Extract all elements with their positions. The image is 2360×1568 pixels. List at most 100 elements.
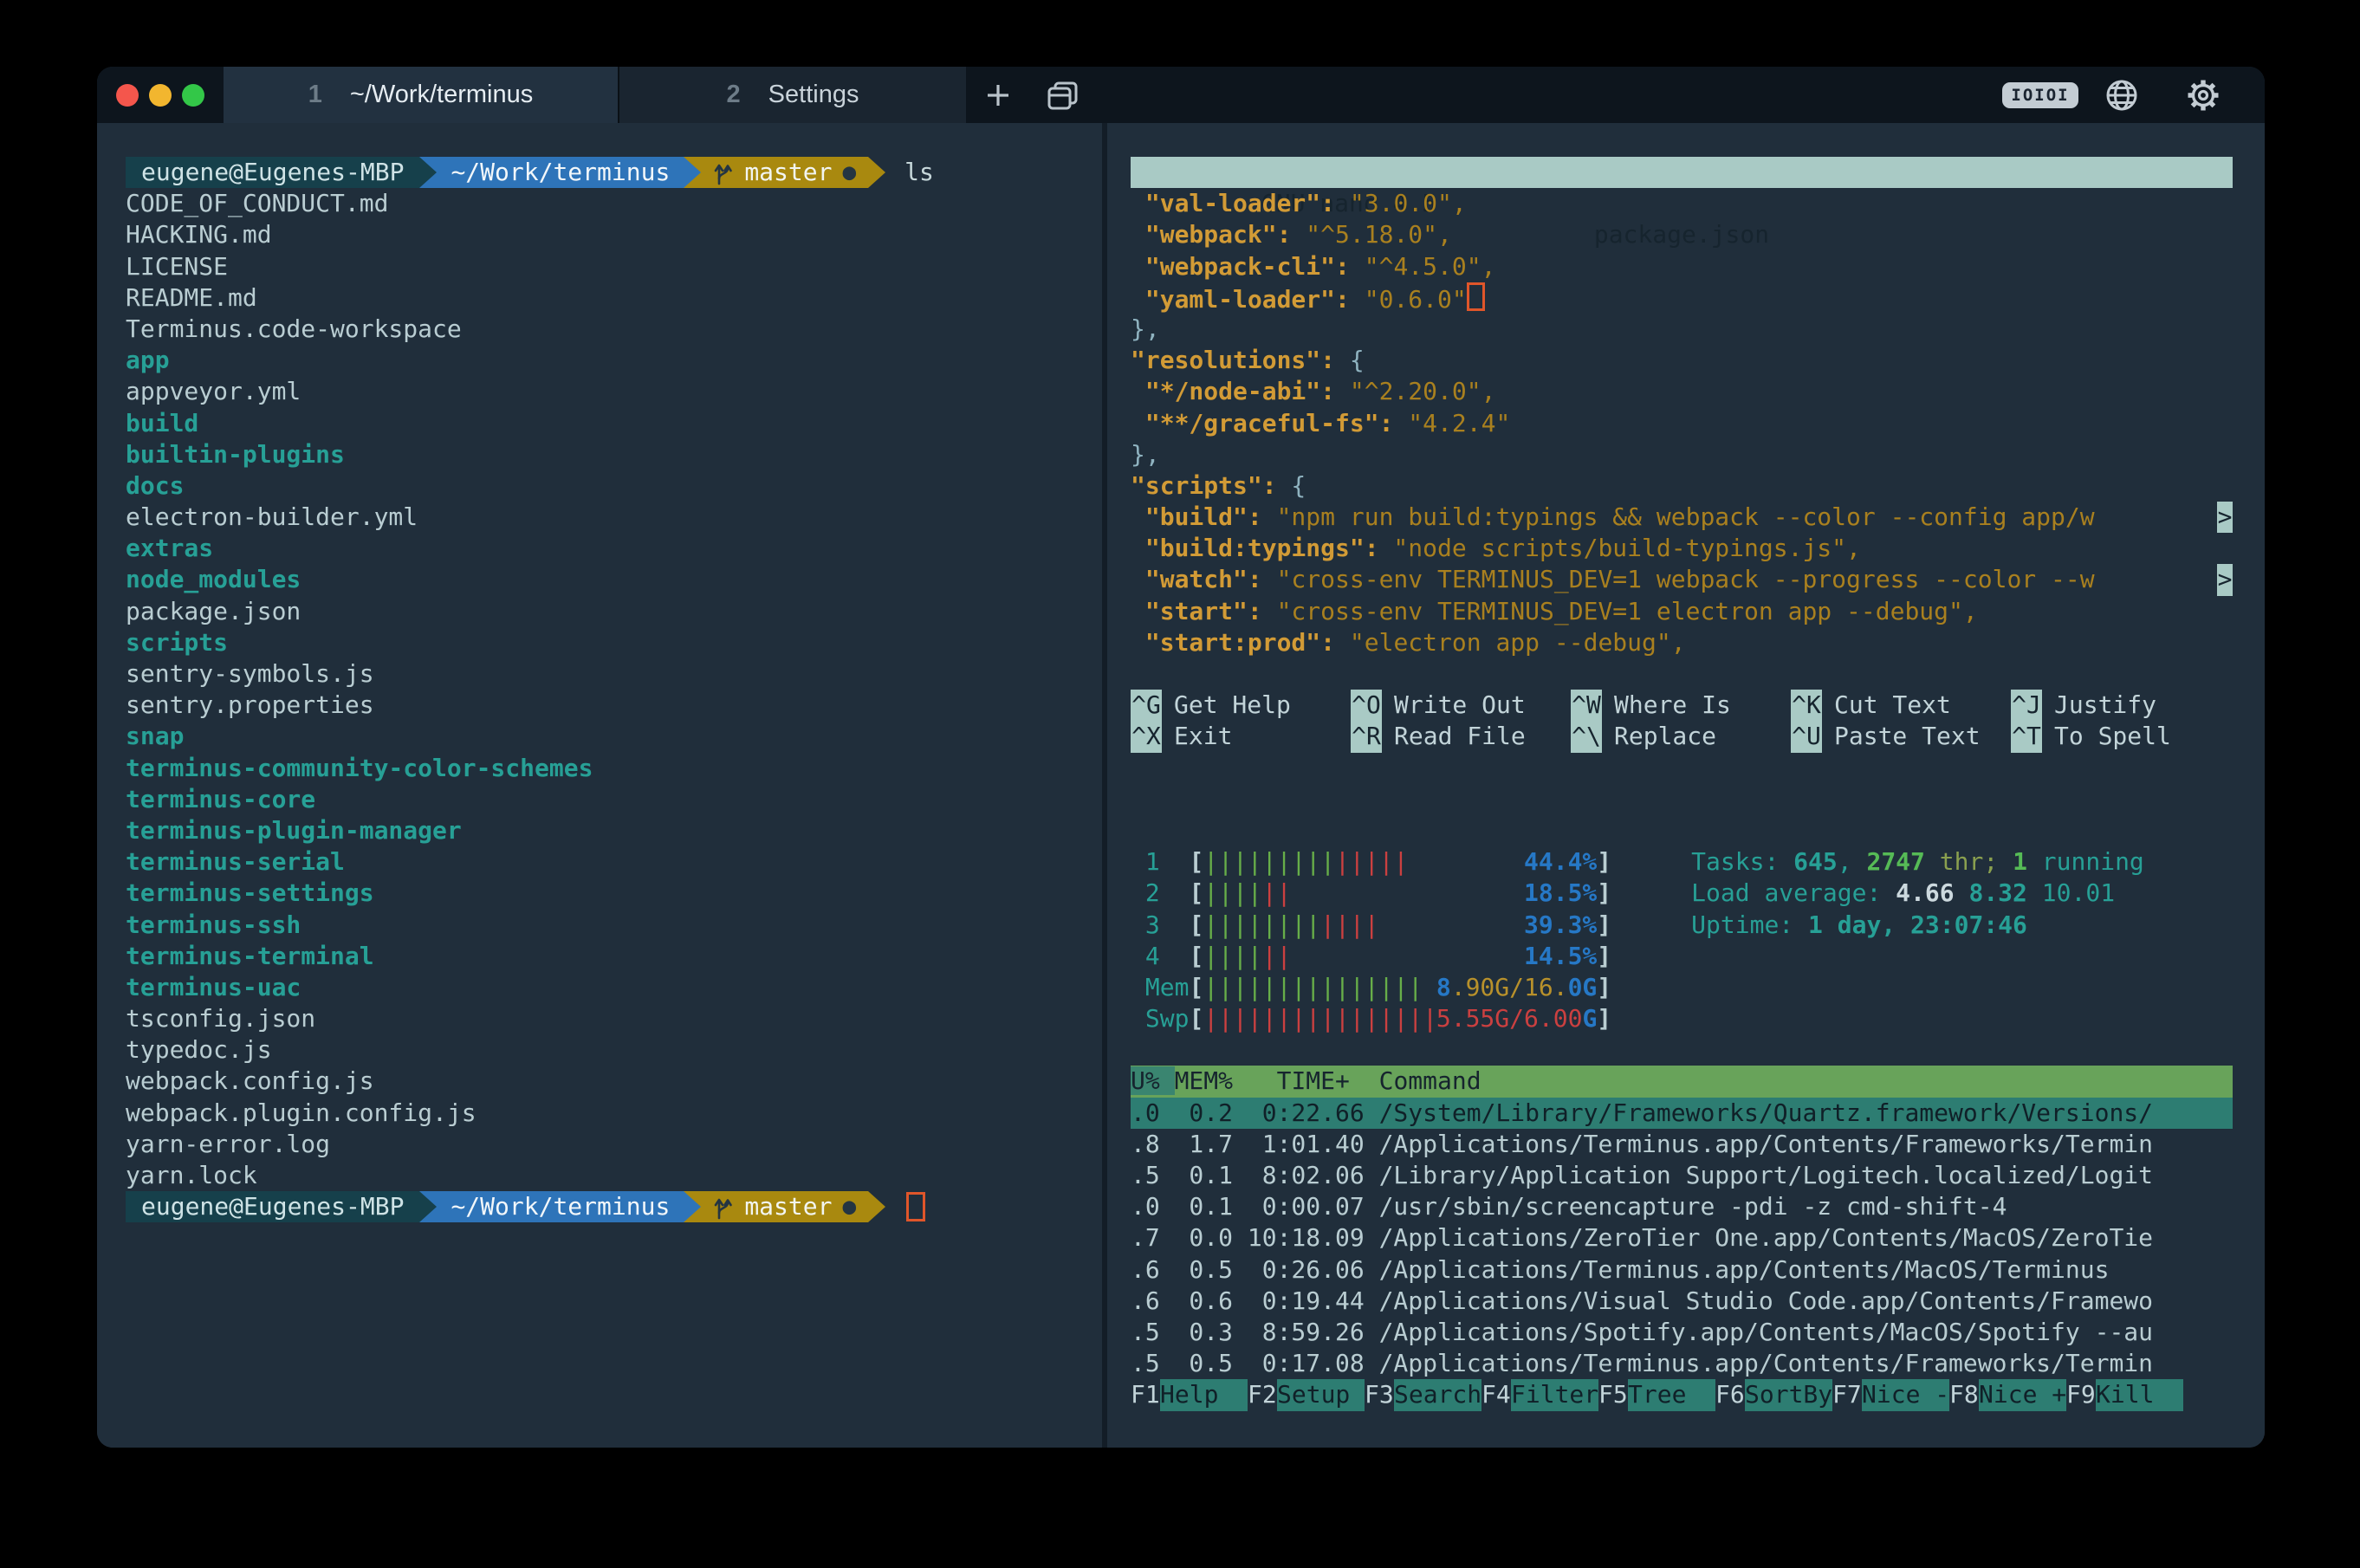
terminal-cursor <box>906 1192 925 1221</box>
nano-line: "val-loader": "3.0.0", <box>1131 188 2233 219</box>
nano-line: "watch": "cross-env TERMINUS_DEV=1 webpa… <box>1131 564 2233 595</box>
directory-entry: node_modules <box>126 564 1102 595</box>
directory-entry: build <box>126 408 1102 439</box>
file-entry: Terminus.code-workspace <box>126 314 1102 345</box>
close-button[interactable] <box>116 84 139 107</box>
file-entry: CODE_OF_CONDUCT.md <box>126 188 1102 219</box>
htop-summary-line: Uptime: 1 day, 23:07:46 <box>1691 910 2027 941</box>
duplicate-tab-button[interactable] <box>1030 67 1094 123</box>
htop-fkey[interactable]: F3Search <box>1365 1379 1481 1410</box>
directory-entry: builtin-plugins <box>126 439 1102 470</box>
nano-shortcut: ^GGet Help <box>1131 690 1351 721</box>
directory-entry: terminus-plugin-manager <box>126 815 1102 846</box>
htop-process-list: .0 0.2 0:22.66 /System/Library/Framework… <box>1131 1098 2265 1380</box>
plus-icon <box>982 80 1014 111</box>
directory-entry: terminus-uac <box>126 972 1102 1003</box>
minimize-button[interactable] <box>149 84 172 107</box>
nano-line: }, <box>1131 439 2233 470</box>
htop-fkey[interactable]: F8Nice + <box>1949 1379 2066 1410</box>
tab-work-terminus[interactable]: 1 ~/Work/terminus <box>224 67 618 123</box>
process-row[interactable]: .0 0.1 0:00.07 /usr/sbin/screencapture -… <box>1131 1191 2233 1222</box>
nano-line: "start": "cross-env TERMINUS_DEV=1 elect… <box>1131 596 2233 627</box>
nano-line: "**/graceful-fs": "4.2.4" <box>1131 408 2233 439</box>
nano-line: "build": "npm run build:typings && webpa… <box>1131 502 2233 533</box>
htop-fkey[interactable]: F7Nice - <box>1832 1379 1949 1410</box>
htop-fkey[interactable]: F4Filter <box>1481 1379 1598 1410</box>
tab-index: 2 <box>727 81 741 109</box>
nano-cursor <box>1467 282 1485 311</box>
shell-prompt: eugene@Eugenes-MBP~/Work/terminusmaster● <box>126 1191 1102 1222</box>
new-tab-button[interactable] <box>966 67 1030 123</box>
process-row[interactable]: .6 0.5 0:26.06 /Applications/Terminus.ap… <box>1131 1254 2233 1286</box>
directory-entry: terminus-serial <box>126 846 1102 878</box>
nano-line-continues-marker: > <box>2217 502 2233 533</box>
htop-meter-row: Mem[|||||||||||||||8.90G/16.0G] <box>1131 972 2265 1003</box>
zoom-button[interactable] <box>182 84 204 107</box>
shell-prompt: eugene@Eugenes-MBP~/Work/terminusmaster●… <box>126 157 1102 188</box>
htop-fkey[interactable]: F9Kill <box>2066 1379 2183 1410</box>
nano-line: "resolutions": { <box>1131 345 2233 376</box>
nano-line: "build:typings": "node scripts/build-typ… <box>1131 533 2233 564</box>
tab-bar: 1 ~/Work/terminus 2 Settings IOIOI <box>97 67 2265 123</box>
tab-settings[interactable]: 2 Settings <box>618 67 966 123</box>
directory-entry: terminus-community-color-schemes <box>126 753 1102 784</box>
directory-entry: snap <box>126 721 1102 752</box>
settings-button[interactable] <box>2171 75 2235 115</box>
nano-title-bar: GNU nano 4.5 package.json <box>1131 157 2233 188</box>
htop-summary-line: Load average: 4.66 8.32 10.01 <box>1691 878 2115 909</box>
file-entry: README.md <box>126 282 1102 314</box>
htop-fkey[interactable]: F6SortBy <box>1715 1379 1832 1410</box>
htop-meter-row: 2 [||||||18.5%]Load average: 4.66 8.32 1… <box>1131 878 2265 909</box>
process-row[interactable]: .5 0.5 0:17.08 /Applications/Terminus.ap… <box>1131 1348 2233 1379</box>
process-row[interactable]: .6 0.6 0:19.44 /Applications/Visual Stud… <box>1131 1286 2233 1317</box>
duplicate-windows-icon <box>1043 76 1081 114</box>
process-row[interactable]: .8 1.7 1:01.40 /Applications/Terminus.ap… <box>1131 1129 2233 1160</box>
process-row-selected[interactable]: .0 0.2 0:22.66 /System/Library/Framework… <box>1131 1098 2233 1129</box>
prompt-user-host: eugene@Eugenes-MBP <box>126 157 419 188</box>
terminus-window: 1 ~/Work/terminus 2 Settings IOIOI <box>97 67 2265 1448</box>
git-branch-icon <box>713 159 734 186</box>
nano-buffer[interactable]: "val-loader": "3.0.0", "webpack": "^5.18… <box>1131 188 2265 658</box>
nano-shortcut: ^WWhere Is <box>1571 690 1791 721</box>
traffic-lights <box>97 67 224 123</box>
serial-ioioi-icon: IOIOI <box>2002 82 2078 108</box>
split-panes: eugene@Eugenes-MBP~/Work/terminusmaster●… <box>97 123 2265 1448</box>
process-row[interactable]: .5 0.1 8:02.06 /Library/Application Supp… <box>1131 1160 2233 1191</box>
tab-title: Settings <box>768 81 859 109</box>
htop-meter-row: 3 [||||||||||||39.3%]Uptime: 1 day, 23:0… <box>1131 910 2265 941</box>
file-entry: yarn-error.log <box>126 1129 1102 1160</box>
nano-shortcut: ^\Replace <box>1571 721 1791 752</box>
htop-meter-row: 1 [||||||||||||||44.4%]Tasks: 645, 2747 … <box>1131 846 2265 878</box>
nano-shortcut: ^RRead File <box>1351 721 1571 752</box>
terminal-pane-left[interactable]: eugene@Eugenes-MBP~/Work/terminusmaster●… <box>97 123 1102 1448</box>
serial-port-button[interactable]: IOIOI <box>2008 82 2072 108</box>
directory-entry: terminus-terminal <box>126 941 1102 972</box>
nano-shortcut: ^UPaste Text <box>1791 721 2011 752</box>
prompt-line-bottom: eugene@Eugenes-MBP~/Work/terminusmaster● <box>126 1191 1102 1222</box>
htop-meter-row: Swp[||||||||||||||||5.55G/6.00G] <box>1131 1003 2265 1034</box>
process-row[interactable]: .5 0.3 8:59.26 /Applications/Spotify.app… <box>1131 1317 2233 1348</box>
nano-shortcut: ^TTo Spell <box>2011 721 2231 752</box>
htop-fkey[interactable]: F2Setup <box>1248 1379 1365 1410</box>
htop-fkey[interactable]: F1Help <box>1131 1379 1248 1410</box>
file-entry: appveyor.yml <box>126 376 1102 407</box>
terminal-pane-right[interactable]: GNU nano 4.5 package.json "val-loader": … <box>1107 123 2265 1448</box>
process-row[interactable]: .7 0.0 10:18.09 /Applications/ZeroTier O… <box>1131 1222 2233 1254</box>
htop-summary-line: Tasks: 645, 2747 thr; 1 running <box>1691 846 2144 878</box>
tab-title: ~/Work/terminus <box>350 81 533 109</box>
directory-entry: terminus-settings <box>126 878 1102 909</box>
file-entry: tsconfig.json <box>126 1003 1102 1034</box>
htop-table-header[interactable]: U% MEM% TIME+ Command <box>1131 1066 2233 1097</box>
file-entry: HACKING.md <box>126 219 1102 250</box>
htop-fkey-bar: F1Help F2Setup F3SearchF4FilterF5Tree F6… <box>1131 1379 2233 1410</box>
directory-entry: terminus-core <box>126 784 1102 815</box>
nano-line: "webpack-cli": "^4.5.0", <box>1131 251 2233 282</box>
file-entry: LICENSE <box>126 251 1102 282</box>
web-plugins-button[interactable] <box>2090 76 2154 114</box>
nano-line: "webpack": "^5.18.0", <box>1131 219 2233 250</box>
typed-command: ls <box>904 157 934 188</box>
htop-meters: 1 [||||||||||||||44.4%]Tasks: 645, 2747 … <box>1131 846 2265 1034</box>
htop-fkey[interactable]: F5Tree <box>1598 1379 1715 1410</box>
git-branch-icon <box>713 1193 734 1221</box>
directory-entry: extras <box>126 533 1102 564</box>
